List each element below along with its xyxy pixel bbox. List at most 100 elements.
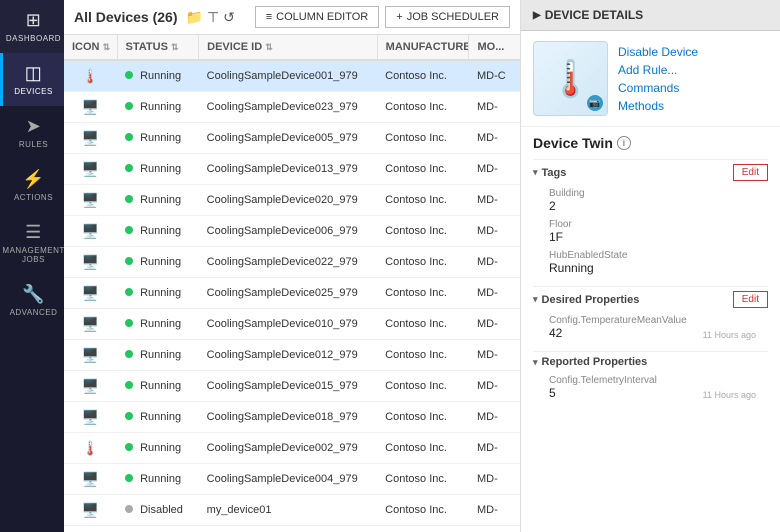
status-text: Running: [140, 225, 181, 237]
sidebar-item-management-jobs[interactable]: ☰ MANAGEMENT JOBS: [0, 212, 64, 274]
table-row[interactable]: 🖥️ Running CoolingSampleDevice013_979 Co…: [64, 154, 520, 185]
col-header-model[interactable]: MO...: [469, 35, 520, 60]
filter-icon[interactable]: ⊤: [207, 9, 219, 26]
server-row-icon: 🖥️: [81, 376, 101, 396]
table-row[interactable]: 🖥️ Running CoolingSampleDevice020_979 Co…: [64, 185, 520, 216]
row-status-cell: Disabled: [117, 495, 199, 526]
panel-title: DEVICE DETAILS: [545, 8, 643, 22]
devices-icon: ◫: [25, 63, 43, 84]
row-status-cell: Running: [117, 278, 199, 309]
table-header-row: ICON ⇅ STATUS ⇅ DEVICE ID ⇅ MANUFACTURER…: [64, 35, 520, 60]
row-model-cell: MD-C: [469, 60, 520, 92]
row-deviceid-cell: CoolingSampleDevice025_979: [199, 278, 378, 309]
table-row[interactable]: 🖥️ Running CoolingSampleDevice023_979 Co…: [64, 92, 520, 123]
management-icon: ☰: [25, 222, 42, 243]
device-thumbnail: 🌡️ 📷: [533, 41, 608, 116]
job-scheduler-button[interactable]: + JOB SCHEDULER: [385, 6, 510, 28]
row-model-cell: MD-: [469, 123, 520, 154]
table-row[interactable]: 🖥️ Disabled my_device01 Contoso Inc. MD-: [64, 495, 520, 526]
table-row[interactable]: 🖥️ Running CoolingSampleDevice022_979 Co…: [64, 247, 520, 278]
sidebar-item-actions[interactable]: ⚡ ACTIONS: [0, 159, 64, 212]
devices-table: ICON ⇅ STATUS ⇅ DEVICE ID ⇅ MANUFACTURER…: [64, 35, 520, 532]
main-content: All Devices (26) 📁 ⊤ ↺ ≡ COLUMN EDITOR +…: [64, 0, 520, 532]
table-row[interactable]: 🖥️ Running CoolingSampleDevice015_979 Co…: [64, 371, 520, 402]
tags-hubstate-label: HubEnabledState: [549, 250, 756, 261]
add-rule-link[interactable]: Add Rule...: [618, 63, 698, 77]
row-manufacturer-cell: Contoso Inc.: [377, 371, 469, 402]
sidebar-item-advanced[interactable]: 🔧 ADVANCED: [0, 274, 64, 327]
disable-device-link[interactable]: Disable Device: [618, 45, 698, 59]
status-dot: [125, 164, 133, 172]
row-manufacturer-cell: Contoso Inc.: [377, 154, 469, 185]
row-status-cell: Running: [117, 247, 199, 278]
status-dot: [125, 350, 133, 358]
row-icon-cell: 🌡️: [64, 60, 117, 92]
page-title: All Devices (26): [74, 9, 178, 25]
reported-properties-section: ▾ Reported Properties Config.TelemetryIn…: [533, 351, 768, 403]
row-model-cell: MD-: [469, 185, 520, 216]
row-icon-cell: 🌡️: [64, 433, 117, 464]
table-row[interactable]: 🖥️ Running CoolingSampleDevice012_979 Co…: [64, 340, 520, 371]
folder-icon[interactable]: 📁: [186, 9, 203, 26]
row-manufacturer-cell: Contoso Inc.: [377, 309, 469, 340]
sidebar-item-rules[interactable]: ➤ RULES: [0, 106, 64, 159]
status-text: Running: [140, 380, 181, 392]
table-row[interactable]: 🖥️ Running CoolingSampleDevice004_979 Co…: [64, 464, 520, 495]
desired-config-field: Config.TemperatureMeanValue 42 11 Hours …: [533, 312, 768, 343]
row-model-cell: MD-: [469, 340, 520, 371]
device-twin-section: Device Twin i ▾ Tags Edit Building 2 Flo…: [521, 126, 780, 415]
table-row[interactable]: 🌡️ Running CoolingSampleDevice002_979 Co…: [64, 433, 520, 464]
reported-telemetry-row: 5 11 Hours ago: [549, 386, 756, 400]
device-camera-icon[interactable]: 📷: [587, 95, 603, 111]
row-status-cell: Running: [117, 402, 199, 433]
row-deviceid-cell: CoolingSampleDevice013_979: [199, 154, 378, 185]
row-icon-cell: 🖥️: [64, 340, 117, 371]
status-text: Running: [140, 411, 181, 423]
col-header-status[interactable]: STATUS ⇅: [117, 35, 199, 60]
table-row[interactable]: 🖥️ Running CoolingSampleDevice006_979 Co…: [64, 216, 520, 247]
table-row[interactable]: 🖥️ Running CoolingSampleDevice005_979 Co…: [64, 123, 520, 154]
tags-hubstate-field: HubEnabledState Running: [533, 247, 768, 278]
desired-edit-button[interactable]: Edit: [733, 291, 768, 308]
row-deviceid-cell: my_device01: [199, 495, 378, 526]
table-row[interactable]: 🖥️ Running CoolingSampleDevice025_979 Co…: [64, 278, 520, 309]
commands-link[interactable]: Commands: [618, 81, 698, 95]
col-header-icon[interactable]: ICON ⇅: [64, 35, 117, 60]
sidebar-item-dashboard[interactable]: ⊞ DASHBOARD: [0, 0, 64, 53]
server-row-icon: 🖥️: [81, 407, 101, 427]
tags-section-header[interactable]: ▾ Tags Edit: [533, 159, 768, 185]
table-row[interactable]: 🌡️ Running CoolingSampleDevice001_979 Co…: [64, 60, 520, 92]
row-status-cell: Running: [117, 464, 199, 495]
row-model-cell: MD-: [469, 309, 520, 340]
tags-edit-button[interactable]: Edit: [733, 164, 768, 181]
table-row[interactable]: 🖥️ Running CoolingSampleDevice018_979 Co…: [64, 402, 520, 433]
sidebar: ⊞ DASHBOARD ◫ DEVICES ➤ RULES ⚡ ACTIONS …: [0, 0, 64, 532]
row-deviceid-cell: CoolingSampleDevice005_979: [199, 123, 378, 154]
desired-config-value: 42: [549, 326, 562, 340]
row-model-cell: MD-: [469, 92, 520, 123]
devices-table-area[interactable]: ICON ⇅ STATUS ⇅ DEVICE ID ⇅ MANUFACTURER…: [64, 35, 520, 532]
reported-section-header[interactable]: ▾ Reported Properties: [533, 351, 768, 372]
desired-section-header[interactable]: ▾ Desired Properties Edit: [533, 286, 768, 312]
table-row[interactable]: 🖥️ Running CoolingSampleDevice007_979 Co…: [64, 526, 520, 532]
refresh-icon[interactable]: ↺: [223, 9, 235, 26]
row-model-cell: MD-: [469, 216, 520, 247]
col-header-manufacturer[interactable]: MANUFACTURER ⇅: [377, 35, 469, 60]
desired-config-label: Config.TemperatureMeanValue: [549, 315, 756, 326]
methods-link[interactable]: Methods: [618, 99, 698, 113]
status-text: Running: [140, 256, 181, 268]
panel-expand-icon: ▶: [533, 10, 541, 21]
status-text: Running: [140, 349, 181, 361]
status-text: Disabled: [140, 504, 183, 516]
sidebar-item-devices[interactable]: ◫ DEVICES: [0, 53, 64, 106]
status-text: Running: [140, 287, 181, 299]
reported-chevron-icon: ▾: [533, 357, 538, 368]
table-row[interactable]: 🖥️ Running CoolingSampleDevice010_979 Co…: [64, 309, 520, 340]
server-row-icon: 🖥️: [81, 469, 101, 489]
status-text: Running: [140, 101, 181, 113]
column-editor-button[interactable]: ≡ COLUMN EDITOR: [255, 6, 380, 28]
info-icon[interactable]: i: [617, 136, 631, 150]
col-header-deviceid[interactable]: DEVICE ID ⇅: [199, 35, 378, 60]
tags-hubstate-value: Running: [549, 261, 756, 275]
server-row-icon: 🖥️: [81, 97, 101, 117]
